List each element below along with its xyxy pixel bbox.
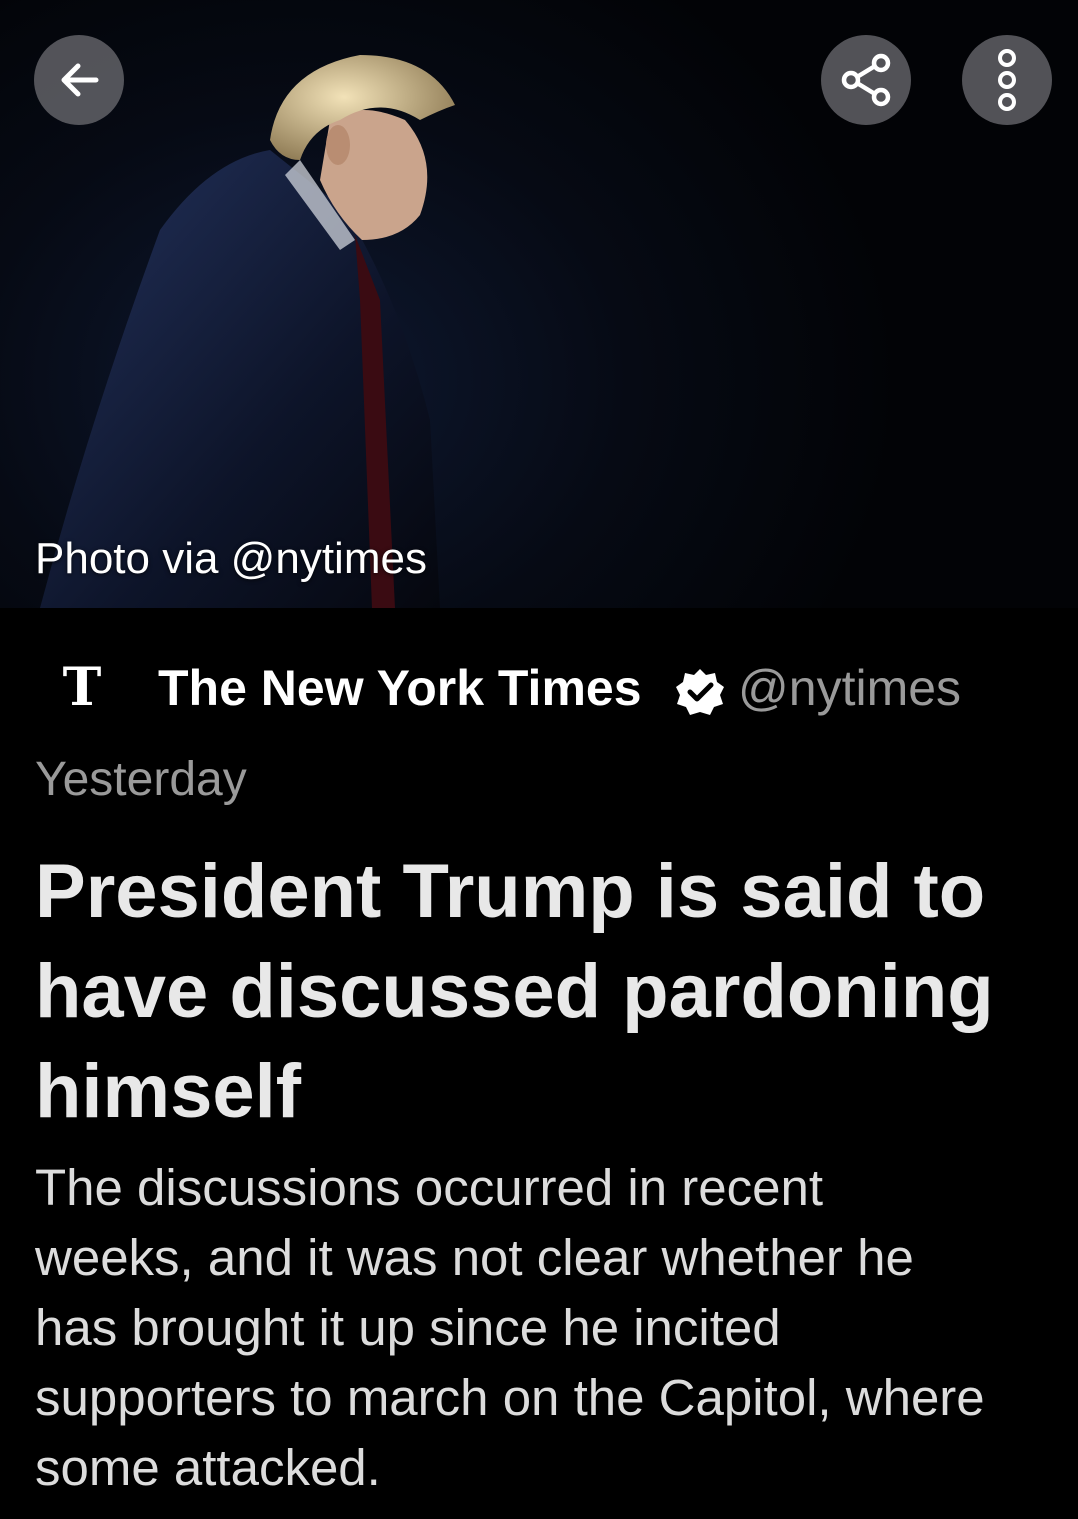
author-name[interactable]: The New York Times [158, 659, 642, 717]
author-row[interactable]: T The New York Times @nytimes [0, 655, 1078, 727]
article-headline[interactable]: President Trump is said to have discusse… [35, 842, 1045, 1142]
share-button[interactable] [821, 35, 911, 125]
arrow-left-icon [61, 63, 99, 97]
hero-photo[interactable]: Photo via @nytimes [0, 0, 1078, 608]
share-icon [841, 53, 891, 107]
post-timestamp: Yesterday [35, 753, 247, 806]
hero-image [40, 55, 455, 608]
author-handle[interactable]: @nytimes [738, 659, 961, 717]
photo-credit: Photo via @nytimes [35, 534, 427, 583]
article-summary: The discussions occurred in recent weeks… [35, 1159, 985, 1496]
back-button[interactable] [34, 35, 124, 125]
verified-badge-icon [676, 669, 724, 715]
nyt-logo-icon: T [62, 657, 102, 718]
more-options-button[interactable] [962, 35, 1052, 125]
more-vertical-icon [998, 49, 1016, 111]
